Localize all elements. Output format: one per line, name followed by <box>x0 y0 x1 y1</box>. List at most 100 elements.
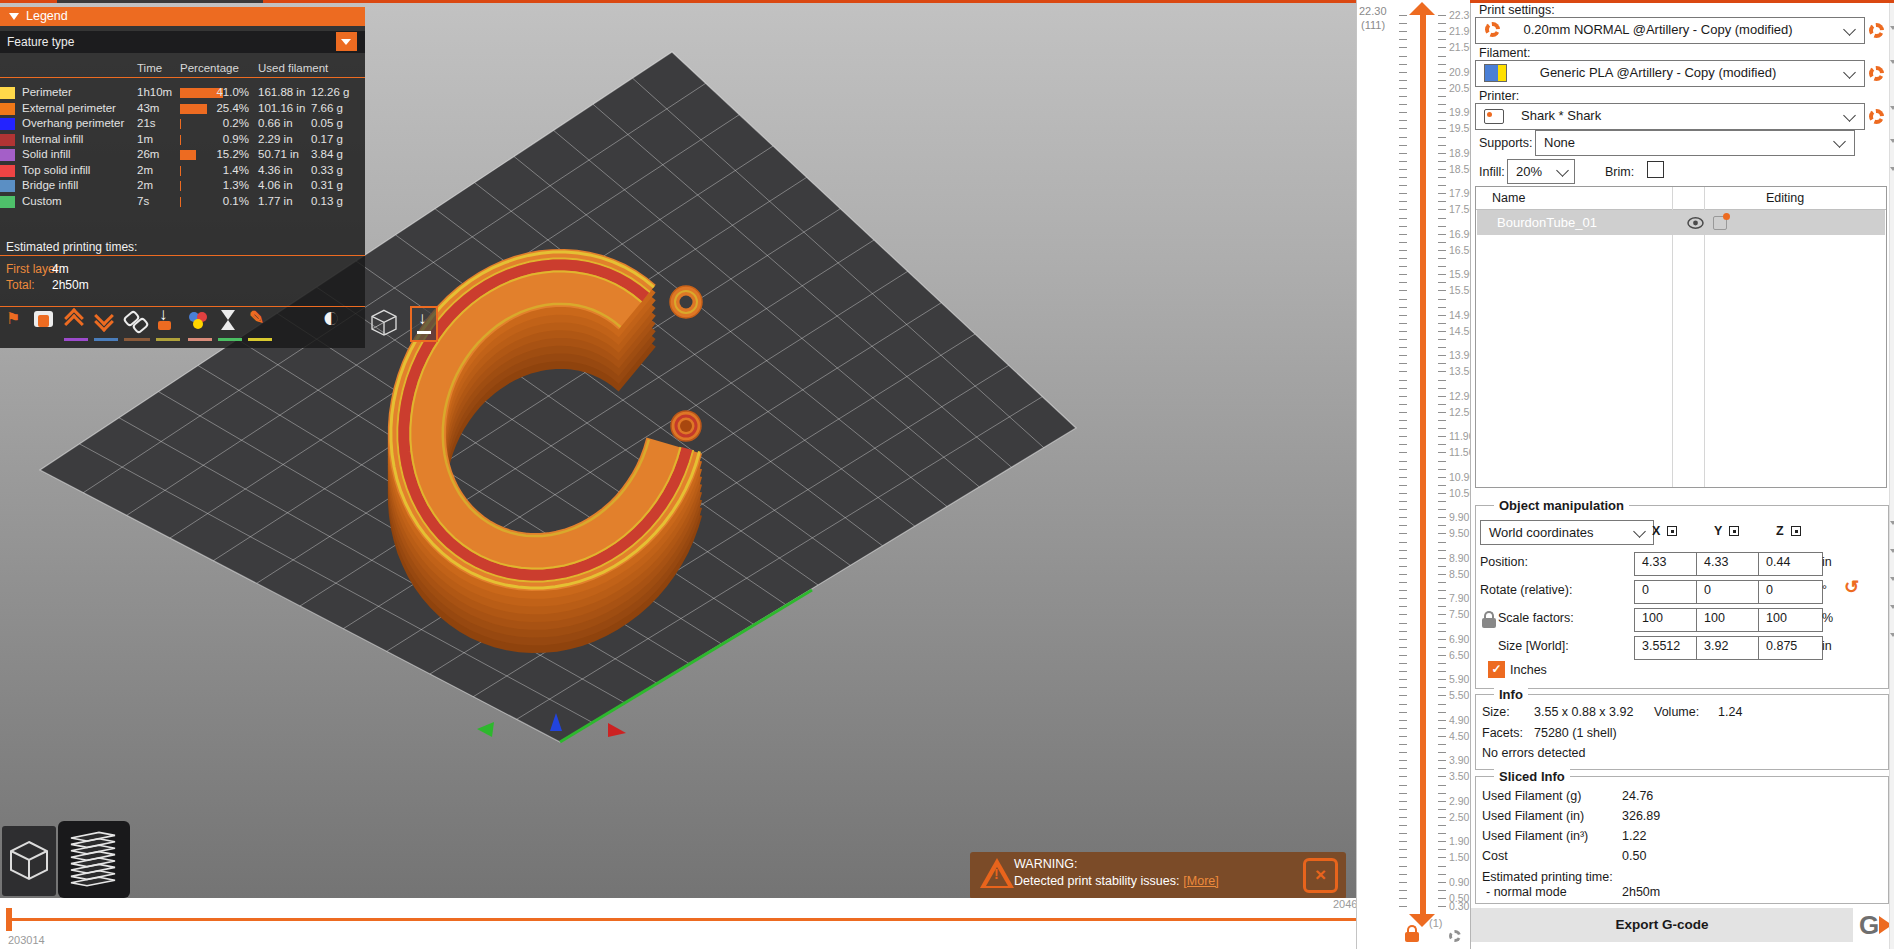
layer-tick-label: 0.50 <box>1449 892 1469 904</box>
manip-label: Position: <box>1480 555 1528 569</box>
manip-input[interactable]: 0 <box>1696 580 1761 604</box>
supports-combo[interactable]: None <box>1535 130 1855 156</box>
manip-input[interactable]: 100 <box>1634 608 1699 632</box>
legend-title: Legend <box>26 9 68 23</box>
percentage-bar <box>180 119 181 129</box>
printer-combo[interactable]: Shark * Shark <box>1475 103 1865 130</box>
slider-settings-gear-icon[interactable] <box>1449 930 1461 942</box>
legend-row: Internal infill 1m 0.9% 2.29 in 0.17 g <box>0 133 365 149</box>
legend-row: Solid infill 26m 15.2% 50.71 in 3.84 g <box>0 148 365 164</box>
one-layer-down-icon[interactable] <box>94 309 118 341</box>
bounding-box-icon[interactable] <box>368 309 402 341</box>
preview-view-button[interactable] <box>58 821 130 898</box>
scrollbar[interactable] <box>1889 0 1894 949</box>
manip-unit: ° <box>1822 583 1827 597</box>
eye-icon[interactable] <box>1687 217 1704 232</box>
manip-input[interactable]: 0.44 <box>1758 552 1823 576</box>
feature-length: 0.66 in <box>258 117 293 129</box>
layer-slider-column: 22.30 (111) 0.300.500.901.501.902.502.90… <box>1356 0 1471 949</box>
feature-type-dropdown[interactable]: Feature type <box>0 31 365 53</box>
close-icon[interactable]: × <box>1303 858 1338 893</box>
color-prints-icon[interactable] <box>34 309 58 341</box>
printer-gear-icon[interactable] <box>1869 109 1884 124</box>
sliced-label: Used Filament (g) <box>1482 789 1581 803</box>
scale-lock-icon[interactable] <box>1482 618 1496 628</box>
move-slider-start-value: 203014 <box>8 934 45 946</box>
tool-colors-icon[interactable] <box>188 309 212 341</box>
layer-tick-label: 2.90 <box>1449 795 1469 807</box>
object-row[interactable]: BourdonTube_01 <box>1477 210 1885 235</box>
layer-slider-bottom-count: (1) <box>1429 917 1442 929</box>
brim-checkbox[interactable] <box>1647 161 1664 178</box>
move-slider[interactable] <box>8 918 1382 921</box>
percentage-bar <box>180 150 196 160</box>
layers-tool-icon[interactable]: ↓ <box>410 309 440 341</box>
sliced-label: Estimated printing time: <box>1482 870 1613 884</box>
feature-color-chip <box>0 118 15 130</box>
seam-paint-icon[interactable]: ✎ <box>248 309 272 341</box>
volume-value: 1.24 <box>1718 705 1742 719</box>
gcode-icon[interactable]: G <box>1859 910 1879 941</box>
feature-length: 161.88 in <box>258 86 305 98</box>
layer-tick-label: 7.50 <box>1449 608 1469 620</box>
info-title: Info <box>1494 687 1528 702</box>
layer-slider-top-thumb[interactable] <box>1409 2 1435 15</box>
manip-input[interactable]: 100 <box>1696 608 1761 632</box>
coordinates-combo[interactable]: World coordinates <box>1480 520 1654 545</box>
feature-weight: 3.84 g <box>311 148 343 160</box>
manip-input[interactable]: 4.33 <box>1696 552 1761 576</box>
feature-length: 2.29 in <box>258 133 293 145</box>
center-of-mass-icon[interactable]: ◐ <box>322 309 356 341</box>
legend-header[interactable]: Legend <box>0 7 365 26</box>
manip-input[interactable]: 0 <box>1758 580 1823 604</box>
unlink-icon[interactable] <box>124 309 150 341</box>
sliced-label: Used Filament (in³) <box>1482 829 1588 843</box>
printer-icon <box>1484 109 1504 124</box>
legend-row: Perimeter 1h10m 41.0% 161.88 in 12.26 g <box>0 86 365 102</box>
feature-label: Custom <box>22 195 62 207</box>
print-settings-gear-icon[interactable] <box>1869 23 1884 38</box>
one-layer-up-icon[interactable] <box>64 309 88 341</box>
3d-viewport[interactable]: Legend Feature type Time Percentage Used… <box>0 0 1356 898</box>
manip-unit: in <box>1822 639 1832 653</box>
3d-view-button[interactable] <box>2 826 56 896</box>
manip-label: Scale factors: <box>1498 611 1574 625</box>
infill-combo[interactable]: 20% <box>1507 159 1575 184</box>
manip-input[interactable]: 3.5512 <box>1634 636 1699 660</box>
editing-header: Editing <box>1766 191 1804 205</box>
feature-toolbar: ⚑ ↓ ✎ ◐ ↓ <box>0 303 450 348</box>
layer-slider-bar[interactable] <box>1420 12 1426 916</box>
feature-percent: 15.2% <box>195 148 249 160</box>
manip-input[interactable]: 0.875 <box>1758 636 1823 660</box>
object-manipulation-group: Object manipulation World coordinates XY… <box>1475 505 1889 689</box>
filament-combo[interactable]: Generic PLA @Artillery - Copy (modified) <box>1475 60 1865 87</box>
export-gcode-button[interactable]: Export G-code <box>1471 908 1853 942</box>
feature-length: 1.77 in <box>258 195 293 207</box>
place-on-bed-icon[interactable]: ↓ <box>156 309 180 341</box>
manip-input[interactable]: 0 <box>1634 580 1699 604</box>
layer-slider-current-count: (111) <box>1361 19 1385 31</box>
feature-time: 2m <box>137 164 153 176</box>
collapse-icon[interactable] <box>9 13 19 20</box>
manip-input[interactable]: 4.33 <box>1634 552 1699 576</box>
col-percentage: Percentage <box>180 62 239 74</box>
layer-tick-label: 6.50 <box>1449 649 1469 661</box>
percentage-bar <box>180 166 181 176</box>
filament-label: Filament: <box>1479 46 1530 60</box>
feature-color-chip <box>0 165 15 177</box>
manip-input[interactable]: 3.92 <box>1696 636 1761 660</box>
dropdown-arrow-icon[interactable] <box>336 32 357 51</box>
lock-icon[interactable] <box>1405 932 1419 942</box>
print-settings-combo[interactable]: 0.20mm NORMAL @Artillery - Copy (modifie… <box>1475 17 1865 44</box>
reset-rotation-icon[interactable]: ↺ <box>1844 576 1859 598</box>
more-link[interactable]: [More] <box>1183 874 1218 888</box>
filament-gear-icon[interactable] <box>1869 66 1884 81</box>
print-time-icon[interactable] <box>218 309 242 341</box>
layer-tick-label: 9.50 <box>1449 527 1469 539</box>
travel-paths-icon[interactable]: ⚑ <box>6 309 30 341</box>
move-slider-thumb[interactable] <box>6 908 12 931</box>
manip-input[interactable]: 100 <box>1758 608 1823 632</box>
inches-checkbox[interactable]: ✓ <box>1488 661 1505 678</box>
editing-icon[interactable] <box>1713 216 1727 230</box>
feature-color-chip <box>0 103 15 115</box>
